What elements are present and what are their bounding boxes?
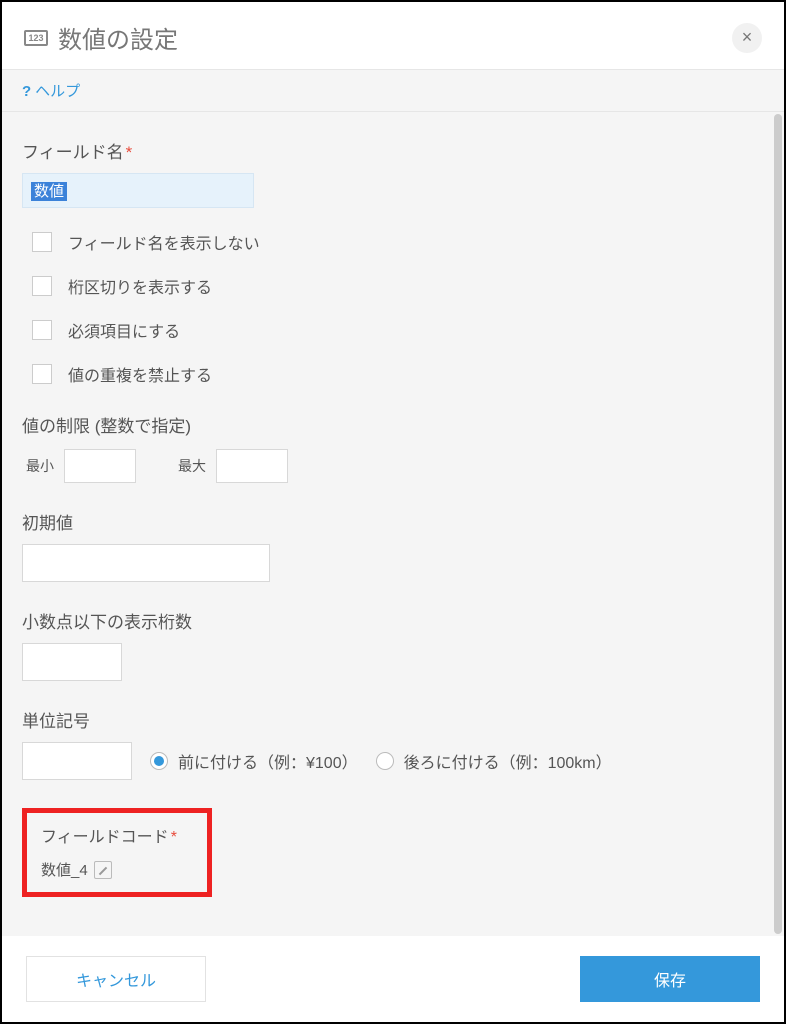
unit-after-radio[interactable]: 後ろに付ける（例：100km）	[376, 749, 612, 773]
min-label: 最小	[26, 456, 54, 476]
decimal-places-block: 小数点以下の表示桁数	[22, 608, 764, 681]
default-value-block: 初期値	[22, 509, 764, 582]
checkbox-label: 必須項目にする	[68, 318, 180, 342]
checkbox-icon	[32, 320, 52, 340]
help-icon: ?	[22, 83, 31, 100]
checkbox-unique[interactable]: 値の重複を禁止する	[22, 362, 764, 386]
radio-icon	[150, 752, 168, 770]
field-code-highlight: フィールドコード* 数値_4	[22, 808, 212, 897]
value-range-row: 最小 最大	[26, 449, 764, 483]
checkbox-digit-grouping[interactable]: 桁区切りを表示する	[22, 274, 764, 298]
scrollbar[interactable]	[774, 114, 782, 934]
edit-icon[interactable]	[94, 861, 112, 879]
dialog-footer: キャンセル 保存	[2, 936, 784, 1022]
checkbox-hide-field-name[interactable]: フィールド名を表示しない	[22, 230, 764, 254]
close-button[interactable]: ×	[732, 23, 762, 53]
radio-icon	[376, 752, 394, 770]
field-name-input[interactable]: 数値	[22, 173, 254, 208]
min-input[interactable]	[64, 449, 136, 483]
dialog-body-wrap: フィールド名* 数値 フィールド名を表示しない 桁区切りを表示する 必須項目にす…	[2, 112, 784, 936]
checkbox-required[interactable]: 必須項目にする	[22, 318, 764, 342]
radio-label-text: 後ろに付ける（例：100km）	[404, 749, 612, 773]
dialog-titlebar: 123 数値の設定 ×	[2, 2, 784, 69]
help-bar: ?ヘルプ	[2, 69, 784, 112]
field-name-label: フィールド名*	[22, 138, 764, 163]
cancel-button[interactable]: キャンセル	[26, 956, 206, 1002]
unit-before-radio[interactable]: 前に付ける（例：¥100）	[150, 749, 358, 773]
value-range-label: 値の制限 (整数で指定)	[22, 412, 764, 437]
required-mark: *	[171, 829, 177, 846]
field-code-value-row: 数値_4	[41, 859, 193, 880]
help-label: ヘルプ	[35, 83, 80, 100]
checkbox-label: 値の重複を禁止する	[68, 362, 212, 386]
help-link[interactable]: ?ヘルプ	[22, 83, 80, 100]
decimal-places-label: 小数点以下の表示桁数	[22, 608, 764, 633]
checkbox-group: フィールド名を表示しない 桁区切りを表示する 必須項目にする 値の重複を禁止する	[22, 230, 764, 386]
field-code-label-text: フィールドコード	[41, 829, 169, 846]
field-code-value: 数値_4	[41, 859, 88, 880]
number-settings-dialog: 123 数値の設定 × ?ヘルプ フィールド名* 数値 フィールド名を表示しない	[0, 0, 786, 1024]
field-code-label: フィールドコード*	[41, 823, 193, 847]
max-input[interactable]	[216, 449, 288, 483]
checkbox-label: フィールド名を表示しない	[68, 230, 260, 254]
default-value-input[interactable]	[22, 544, 270, 582]
field-name-label-text: フィールド名	[22, 143, 124, 162]
required-mark: *	[126, 143, 133, 162]
number-field-icon: 123	[24, 30, 48, 46]
decimal-places-input[interactable]	[22, 643, 122, 681]
checkbox-icon	[32, 364, 52, 384]
dialog-title: 数値の設定	[58, 20, 178, 55]
unit-symbol-input[interactable]	[22, 742, 132, 780]
max-label: 最大	[178, 456, 206, 476]
checkbox-icon	[32, 276, 52, 296]
save-button-label: 保存	[654, 967, 686, 991]
checkbox-label: 桁区切りを表示する	[68, 274, 212, 298]
close-icon: ×	[742, 27, 753, 48]
checkbox-icon	[32, 232, 52, 252]
field-name-value: 数値	[31, 182, 67, 201]
unit-symbol-block: 単位記号 前に付ける（例：¥100） 後ろに付ける（例：100km）	[22, 707, 764, 780]
cancel-button-label: キャンセル	[76, 967, 156, 991]
default-value-label: 初期値	[22, 509, 764, 534]
save-button[interactable]: 保存	[580, 956, 760, 1002]
dialog-body: フィールド名* 数値 フィールド名を表示しない 桁区切りを表示する 必須項目にす…	[2, 112, 784, 936]
radio-label-text: 前に付ける（例：¥100）	[178, 749, 358, 773]
unit-symbol-label: 単位記号	[22, 707, 764, 732]
